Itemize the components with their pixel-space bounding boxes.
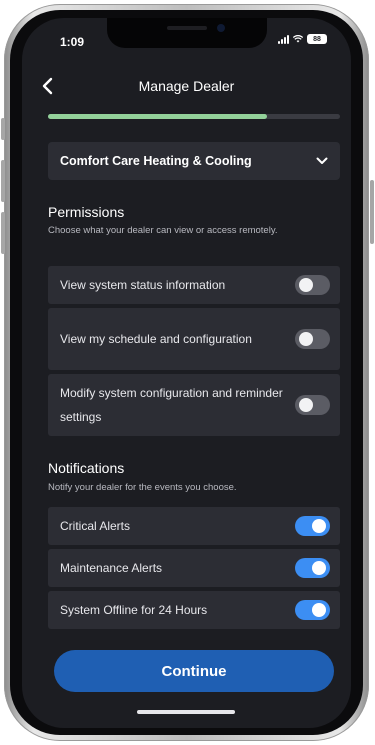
notification-label: System Offline for 24 Hours — [60, 603, 208, 617]
permission-row-status: View system status information — [48, 266, 340, 304]
progress-fill — [48, 114, 267, 119]
permission-toggle-schedule[interactable] — [295, 329, 330, 349]
toggle-knob — [299, 398, 313, 412]
battery-icon: 88 — [307, 34, 327, 44]
dealer-select[interactable]: Comfort Care Heating & Cooling — [48, 142, 340, 180]
notch — [107, 18, 267, 48]
notification-row-offline: System Offline for 24 Hours — [48, 591, 340, 629]
notifications-title: Notifications — [48, 460, 125, 476]
permission-toggle-status[interactable] — [295, 275, 330, 295]
permission-label: View my schedule and configuration — [60, 332, 252, 346]
signal-icon — [278, 34, 289, 44]
permission-toggle-modify[interactable] — [295, 395, 330, 415]
home-indicator — [137, 710, 235, 714]
notification-toggle-critical[interactable] — [295, 516, 330, 536]
toggle-knob — [312, 603, 326, 617]
notifications-description: Notify your dealer for the events you ch… — [48, 482, 237, 493]
phone-side-button — [370, 180, 374, 244]
notification-row-critical: Critical Alerts — [48, 507, 340, 545]
app-screen: 1:09 88 Manage Dealer Comfort Care Heati… — [22, 18, 351, 728]
notification-label: Critical Alerts — [60, 519, 131, 533]
status-icons: 88 — [278, 34, 327, 44]
permissions-description: Choose what your dealer can view or acce… — [48, 225, 278, 236]
speaker — [167, 26, 207, 30]
phone-side-button — [1, 118, 5, 140]
permission-label: View system status information — [60, 278, 226, 292]
wifi-icon — [293, 35, 303, 43]
phone-side-button — [1, 212, 5, 254]
status-time: 1:09 — [60, 35, 85, 49]
page-title: Manage Dealer — [138, 78, 235, 94]
toggle-knob — [312, 561, 326, 575]
progress-bar — [48, 114, 340, 119]
notification-toggle-offline[interactable] — [295, 600, 330, 620]
notification-row-maintenance: Maintenance Alerts — [48, 549, 340, 587]
continue-button[interactable]: Continue — [54, 650, 334, 692]
permission-label: Modify system configuration and reminder… — [60, 386, 283, 424]
toggle-knob — [299, 332, 313, 346]
front-camera — [217, 24, 225, 32]
notification-toggle-maintenance[interactable] — [295, 558, 330, 578]
chevron-down-icon — [316, 157, 328, 164]
phone-side-button — [1, 160, 5, 202]
toggle-knob — [312, 519, 326, 533]
permission-row-modify: Modify system configuration and reminder… — [48, 374, 340, 436]
notification-label: Maintenance Alerts — [60, 561, 163, 575]
permission-row-schedule: View my schedule and configuration — [48, 308, 340, 370]
dealer-select-value: Comfort Care Heating & Cooling — [60, 154, 252, 168]
permissions-title: Permissions — [48, 204, 125, 220]
toggle-knob — [299, 278, 313, 292]
